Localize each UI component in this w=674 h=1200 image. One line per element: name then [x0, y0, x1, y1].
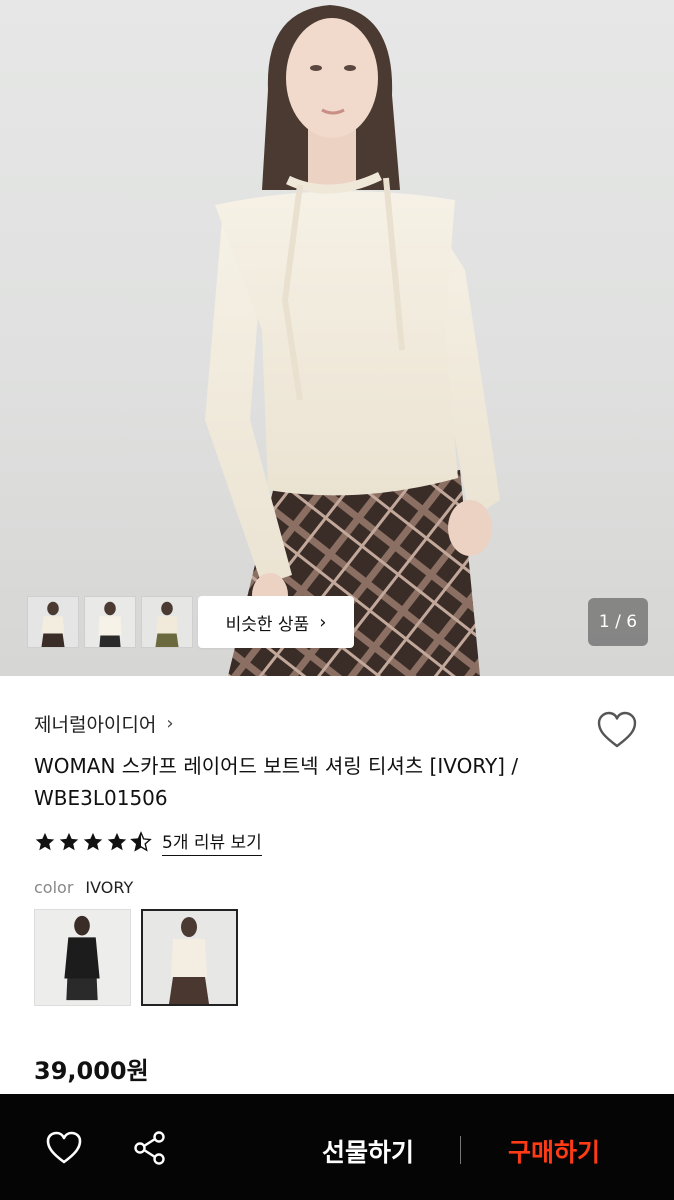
- star-half-icon: [130, 831, 152, 852]
- brand-name: 제너럴아이디어: [34, 714, 157, 736]
- color-swatch-black[interactable]: [34, 909, 131, 1006]
- chevron-right-icon: ›: [166, 713, 174, 734]
- model-photo: [205, 5, 500, 676]
- star-full-icon: [59, 832, 79, 851]
- thumbnail-3[interactable]: [141, 596, 193, 648]
- thumbnail-strip: [27, 596, 193, 648]
- star-full-icon: [107, 832, 127, 851]
- product-price: 39,000원: [34, 1057, 149, 1085]
- share-icon[interactable]: [130, 1128, 170, 1168]
- gift-button[interactable]: 선물하기: [296, 1126, 440, 1176]
- thumbnail-1[interactable]: [27, 596, 79, 648]
- star-rating: [34, 831, 152, 853]
- review-link[interactable]: 5개 리뷰 보기: [162, 828, 262, 856]
- brand-link[interactable]: 제너럴아이디어 ›: [34, 710, 174, 737]
- heart-icon[interactable]: [44, 1128, 84, 1168]
- buy-button[interactable]: 구매하기: [484, 1126, 624, 1176]
- color-value: IVORY: [85, 878, 134, 897]
- color-swatch-ivory[interactable]: [141, 909, 238, 1006]
- color-label: color: [34, 878, 74, 897]
- similar-products-button[interactable]: 비슷한 상품 ›: [198, 596, 354, 648]
- bottom-bar-divider: [460, 1136, 461, 1164]
- star-full-icon: [83, 832, 103, 851]
- product-hero-image[interactable]: 비슷한 상품 › 1 / 6: [0, 0, 674, 676]
- product-title: WOMAN 스카프 레이어드 보트넥 셔링 티셔츠 [IVORY] / WBE3…: [34, 754, 519, 810]
- heart-icon[interactable]: [596, 710, 638, 750]
- image-pager-indicator: 1 / 6: [588, 598, 648, 646]
- thumbnail-2[interactable]: [84, 596, 136, 648]
- chevron-right-icon: ›: [319, 611, 327, 633]
- star-full-icon: [35, 832, 55, 851]
- color-row: color IVORY: [34, 878, 133, 897]
- similar-products-label: 비슷한 상품: [225, 614, 310, 635]
- rating-row: 5개 리뷰 보기: [34, 828, 262, 856]
